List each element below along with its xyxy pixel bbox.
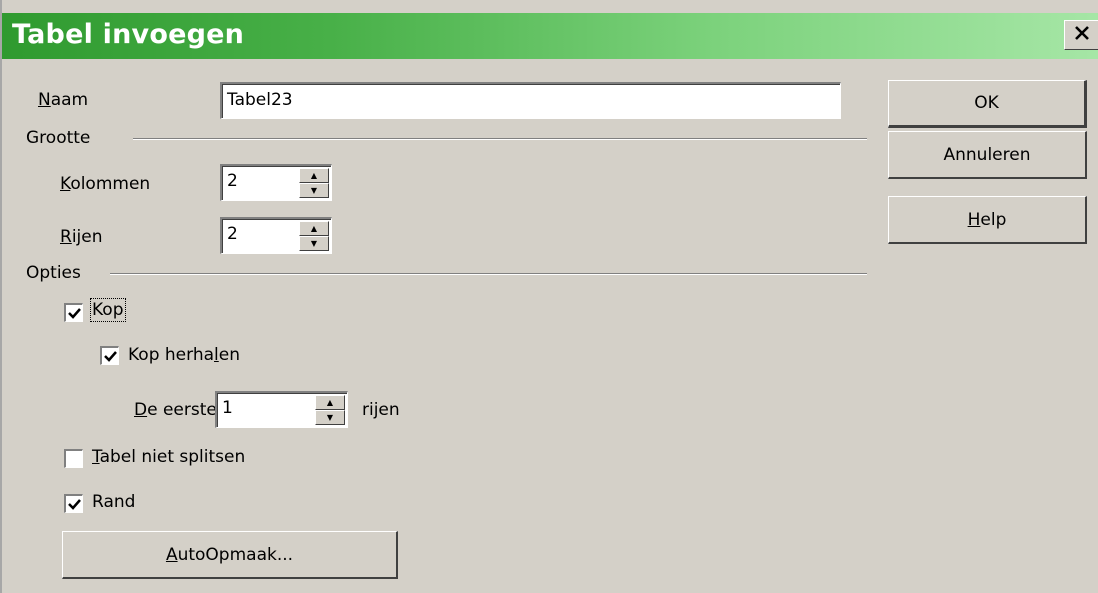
rows-label: Rijen — [60, 227, 103, 247]
down-arrow-icon: ▼ — [310, 185, 318, 195]
columns-value[interactable]: 2 — [227, 171, 238, 191]
up-arrow-icon: ▲ — [326, 397, 334, 407]
first-rows-label: De eerste — [134, 400, 217, 420]
up-arrow-icon: ▲ — [310, 170, 318, 180]
up-arrow-icon: ▲ — [310, 223, 318, 233]
repeat-heading-checkbox[interactable] — [100, 346, 119, 365]
first-rows-value[interactable]: 1 — [222, 398, 233, 418]
close-icon — [1075, 25, 1089, 45]
autoformat-label: AutoOpmaak... — [165, 544, 294, 565]
options-group-separator — [110, 273, 867, 275]
heading-label[interactable]: Kop — [90, 298, 126, 322]
close-button[interactable] — [1064, 20, 1098, 50]
rows-decrement-button[interactable]: ▼ — [299, 236, 329, 251]
rows-increment-button[interactable]: ▲ — [299, 221, 329, 236]
autoformat-button[interactable]: AutoOpmaak... — [62, 531, 398, 579]
ok-label: OK — [974, 93, 999, 113]
heading-checkbox[interactable] — [64, 303, 83, 322]
name-label: Naam — [38, 90, 89, 110]
columns-spinner[interactable]: 2 ▲ ▼ — [220, 164, 332, 201]
ok-button[interactable]: OK — [888, 80, 1087, 128]
size-group-separator — [133, 138, 867, 140]
size-group-title: Grootte — [26, 128, 91, 148]
help-button[interactable]: Help — [888, 196, 1087, 244]
cancel-button[interactable]: Annuleren — [888, 131, 1087, 179]
first-rows-increment-button[interactable]: ▲ — [315, 395, 345, 410]
repeat-heading-label[interactable]: Kop herhalen — [128, 345, 240, 365]
dont-split-checkbox[interactable] — [64, 449, 83, 468]
checkmark-icon — [104, 351, 117, 362]
first-rows-spinner[interactable]: 1 ▲ ▼ — [215, 391, 348, 428]
rows-spinner[interactable]: 2 ▲ ▼ — [220, 217, 332, 254]
columns-label: Kolommen — [60, 174, 151, 194]
border-checkbox[interactable] — [64, 494, 83, 513]
dont-split-label[interactable]: Tabel niet splitsen — [92, 447, 245, 467]
name-input[interactable]: Tabel23 — [220, 82, 841, 119]
border-label[interactable]: Rand — [92, 492, 135, 512]
down-arrow-icon: ▼ — [326, 412, 334, 422]
columns-decrement-button[interactable]: ▼ — [299, 183, 329, 198]
options-group-title: Opties — [26, 263, 81, 283]
down-arrow-icon: ▼ — [310, 238, 318, 248]
rows-suffix-label: rijen — [362, 400, 400, 420]
checkmark-icon — [68, 308, 81, 319]
cancel-label: Annuleren — [943, 144, 1031, 165]
checkmark-icon — [68, 499, 81, 510]
help-label: Help — [967, 209, 1007, 230]
dialog-title: Tabel invoegen — [12, 19, 245, 50]
insert-table-dialog: Tabel invoegen Naam Tabel23 Grootte Kolo… — [0, 0, 1098, 593]
first-rows-decrement-button[interactable]: ▼ — [315, 410, 345, 425]
columns-increment-button[interactable]: ▲ — [299, 168, 329, 183]
rows-value[interactable]: 2 — [227, 224, 238, 244]
title-bar[interactable]: Tabel invoegen — [2, 13, 1098, 59]
